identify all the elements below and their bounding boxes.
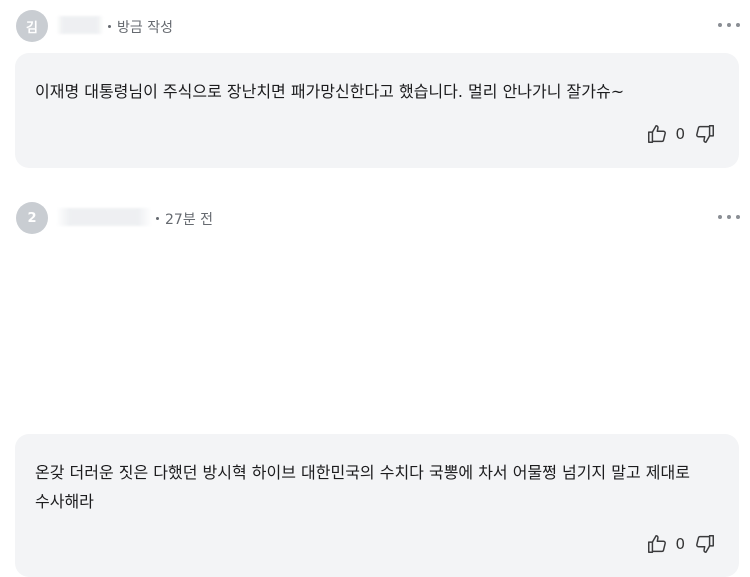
avatar[interactable]: 2 xyxy=(16,202,48,234)
more-options-icon[interactable] xyxy=(718,18,740,32)
comment-meta: 27분 전 xyxy=(156,209,213,229)
comment-body: 이재명 대통령님이 주식으로 장난치면 패가망신한다고 했습니다. 멀리 안나가… xyxy=(35,82,625,101)
thumbs-up-icon[interactable] xyxy=(645,122,669,146)
avatar-initial: 김 xyxy=(26,20,38,36)
comment-meta: 방금 작성 xyxy=(108,17,173,37)
separator-dot xyxy=(156,216,159,220)
nickname-blurred xyxy=(56,16,104,34)
reaction-bar: 0 xyxy=(645,122,717,146)
avatar[interactable]: 김 xyxy=(16,10,48,42)
thumbs-up-icon[interactable] xyxy=(645,532,669,556)
nickname-blurred xyxy=(56,208,152,226)
comment-timestamp: 27분 전 xyxy=(165,212,214,228)
like-count: 0 xyxy=(675,125,685,143)
comment-timestamp: 방금 작성 xyxy=(117,20,173,36)
like-count: 0 xyxy=(675,535,685,553)
reaction-bar: 0 xyxy=(645,532,717,556)
separator-dot xyxy=(108,24,111,28)
comment-bubble: 온갖 더러운 짓은 다했던 방시혁 하이브 대한민국의 수치다 국뽕에 차서 어… xyxy=(15,434,739,577)
avatar-initial: 2 xyxy=(27,210,37,226)
thumbs-down-icon[interactable] xyxy=(693,532,717,556)
more-options-icon[interactable] xyxy=(718,210,740,224)
thumbs-down-icon[interactable] xyxy=(693,122,717,146)
comment-body: 온갖 더러운 짓은 다했던 방시혁 하이브 대한민국의 수치다 국뽕에 차서 어… xyxy=(35,463,690,511)
comment-bubble: 이재명 대통령님이 주식으로 장난치면 패가망신한다고 했습니다. 멀리 안나가… xyxy=(15,53,739,168)
